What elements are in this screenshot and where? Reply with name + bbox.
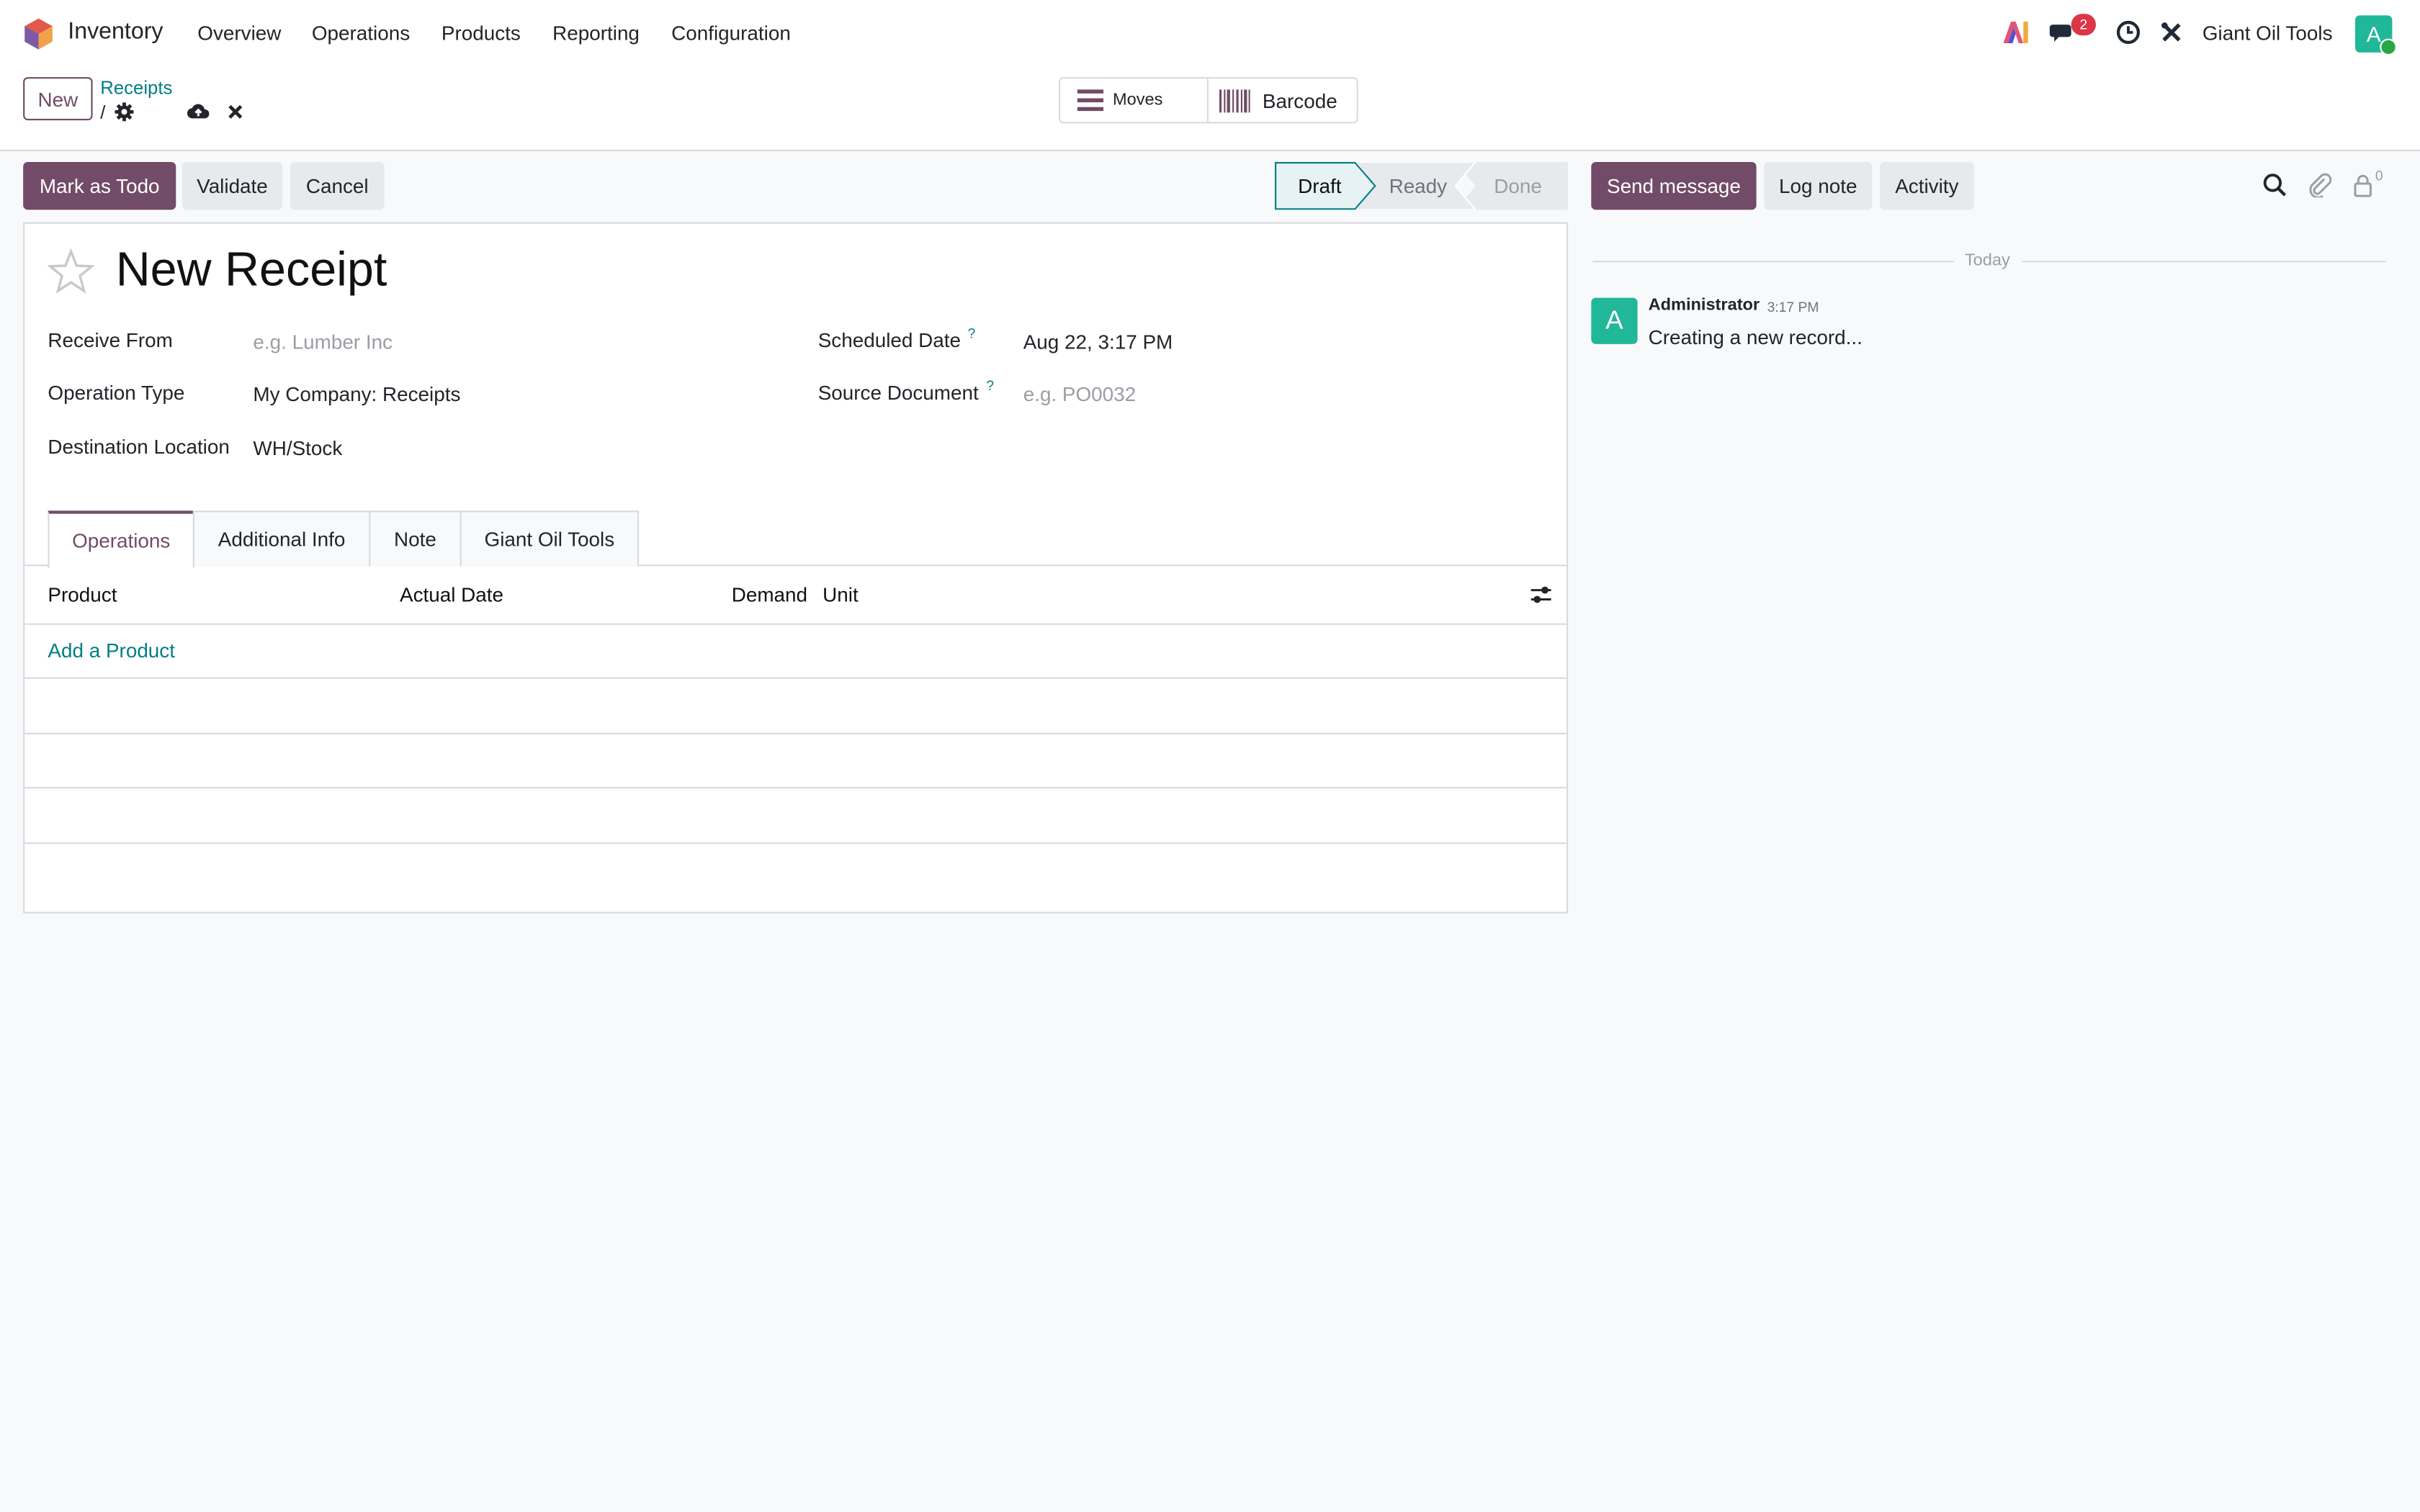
barcode-icon	[1219, 89, 1250, 112]
messages-badge: 2	[2071, 14, 2096, 36]
tab-operations[interactable]: Operations	[48, 510, 195, 568]
scheduled-date-field[interactable]: Aug 22, 3:17 PM	[1023, 330, 1173, 354]
cancel-button[interactable]: Cancel	[290, 162, 385, 210]
breadcrumb-separator: /	[100, 102, 106, 124]
list-bars-icon	[1077, 89, 1104, 112]
message-author[interactable]: Administrator	[1649, 296, 1760, 315]
record-title[interactable]: New Receipt	[116, 242, 387, 297]
app-name[interactable]: Inventory	[68, 19, 163, 45]
tab-note[interactable]: Note	[369, 510, 462, 567]
ai-icon[interactable]	[2002, 19, 2030, 47]
receive-from-label: Receive From	[48, 328, 173, 352]
barcode-smart-button[interactable]: Barcode	[1209, 78, 1357, 122]
receive-from-field[interactable]: e.g. Lumber Inc	[253, 330, 393, 354]
gear-icon[interactable]	[115, 102, 135, 122]
destination-location-field[interactable]: WH/Stock	[253, 436, 342, 459]
menu-reporting[interactable]: Reporting	[552, 22, 640, 45]
app-logo-icon[interactable]	[23, 17, 54, 51]
debug-tools-icon[interactable]	[2158, 19, 2186, 47]
source-document-label: Source Document	[817, 381, 979, 405]
menu-configuration[interactable]: Configuration	[671, 22, 791, 45]
menu-products[interactable]: Products	[442, 22, 521, 45]
destination-location-label: Destination Location	[48, 435, 230, 459]
followers-count: 0	[2375, 168, 2383, 184]
mark-as-todo-button[interactable]: Mark as Todo	[23, 162, 176, 210]
operation-type-field[interactable]: My Company: Receipts	[253, 382, 460, 405]
validate-button[interactable]: Validate	[182, 162, 283, 210]
activity-button[interactable]: Activity	[1880, 162, 1974, 210]
menu-operations[interactable]: Operations	[312, 22, 410, 45]
tab-giant-oil-tools[interactable]: Giant Oil Tools	[460, 510, 640, 567]
send-message-button[interactable]: Send message	[1591, 162, 1757, 210]
tab-additional-info[interactable]: Additional Info	[192, 510, 371, 567]
stage-draft[interactable]: Draft	[1298, 162, 1341, 210]
table-row	[24, 842, 1567, 845]
scheduled-date-label: Scheduled Date	[817, 328, 961, 352]
breadcrumb-receipts[interactable]: Receipts	[100, 77, 172, 99]
add-product-link[interactable]: Add a Product	[48, 639, 175, 662]
log-note-button[interactable]: Log note	[1764, 162, 1873, 210]
scheduled-date-help-icon[interactable]: ?	[968, 325, 976, 341]
online-status-dot	[2380, 38, 2397, 56]
top-navbar: Inventory Overview Operations Products R…	[0, 0, 2420, 67]
paperclip-icon[interactable]	[2308, 173, 2332, 198]
column-unit[interactable]: Unit	[823, 583, 859, 606]
barcode-label: Barcode	[1262, 89, 1337, 112]
optional-columns-icon[interactable]	[1530, 583, 1553, 606]
company-switcher[interactable]: Giant Oil Tools	[2202, 22, 2333, 45]
activity-clock-icon[interactable]	[2115, 19, 2143, 47]
column-actual-date[interactable]: Actual Date	[400, 583, 503, 606]
smart-buttons: Moves Barcode	[1059, 77, 1358, 124]
stage-ready[interactable]: Ready	[1389, 162, 1448, 210]
column-demand[interactable]: Demand	[732, 583, 807, 606]
moves-smart-button[interactable]: Moves	[1060, 78, 1209, 122]
save-cloud-icon[interactable]	[187, 100, 210, 122]
message-time: 3:17 PM	[1767, 299, 1819, 315]
stage-done[interactable]: Done	[1494, 162, 1542, 210]
control-panel: New Receipts / Moves Barcode	[0, 66, 2420, 151]
followers-lock-icon[interactable]	[2351, 173, 2375, 197]
message-avatar[interactable]: A	[1591, 297, 1638, 344]
source-document-field[interactable]: e.g. PO0032	[1023, 382, 1136, 405]
table-row	[24, 786, 1567, 788]
date-separator-line	[1592, 261, 1954, 263]
table-header-divider	[24, 623, 1567, 625]
star-favorite-icon[interactable]	[48, 248, 94, 294]
moves-label: Moves	[1113, 91, 1163, 110]
source-document-help-icon[interactable]: ?	[986, 378, 994, 393]
date-separator: Today	[1964, 251, 2010, 270]
discard-x-icon[interactable]	[227, 104, 244, 121]
new-button[interactable]: New	[23, 77, 93, 121]
menu-overview[interactable]: Overview	[197, 22, 281, 45]
table-row	[24, 677, 1567, 679]
column-product[interactable]: Product	[48, 583, 117, 606]
date-separator-line	[2022, 261, 2386, 263]
table-row	[24, 732, 1567, 734]
message-body: Creating a new record...	[1648, 325, 1863, 349]
operation-type-label: Operation Type	[48, 381, 185, 405]
search-icon[interactable]	[2262, 173, 2287, 197]
